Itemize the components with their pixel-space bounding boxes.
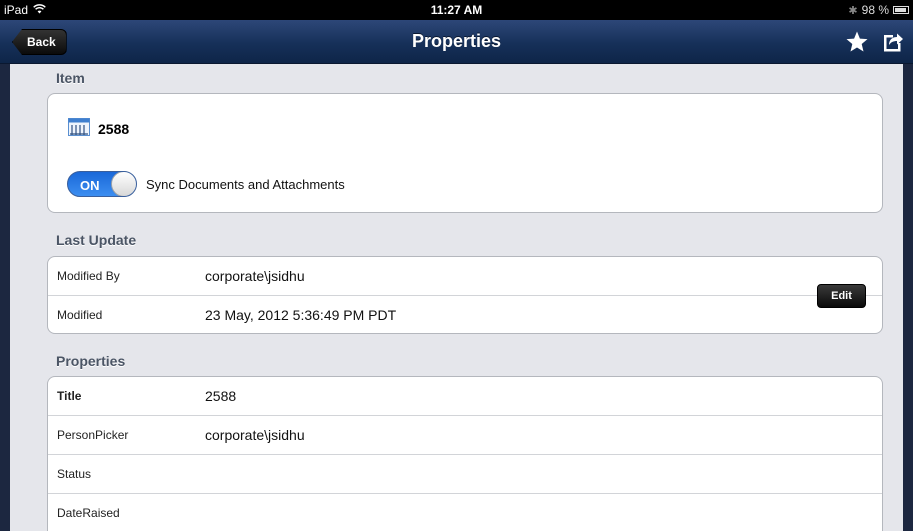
edit-button[interactable]: Edit (817, 284, 866, 308)
table-row[interactable]: PersonPicker corporate\jsidhu (48, 416, 882, 455)
status-right: ✱ 98 % (848, 3, 909, 17)
ipad-screen: iPad 11:27 AM ✱ 98 % Back Properties Ite… (0, 0, 913, 531)
last-update-section-title: Last Update (56, 232, 137, 248)
table-row[interactable]: Title 2588 (48, 377, 882, 416)
row-value: corporate\jsidhu (205, 268, 305, 284)
sync-label: Sync Documents and Attachments (146, 177, 345, 192)
nav-actions (845, 30, 905, 54)
row-value: 23 May, 2012 5:36:49 PM PDT (205, 307, 397, 323)
content-area: Item 2588 ON Sync Documents and Attachme… (10, 64, 903, 531)
row-key: Modified (57, 308, 103, 322)
table-row[interactable]: DateRaised (48, 494, 882, 531)
battery-icon (893, 6, 909, 14)
list-icon (68, 118, 90, 139)
row-key: Modified By (57, 269, 120, 283)
item-card: 2588 ON Sync Documents and Attachments (47, 93, 883, 213)
row-value: 2588 (205, 388, 237, 404)
page-title: Properties (411, 31, 502, 51)
bluetooth-icon: ✱ (848, 4, 858, 17)
row-key: DateRaised (57, 506, 120, 520)
properties-card: Title 2588 PersonPicker corporate\jsidhu… (47, 376, 883, 531)
row-key: PersonPicker (57, 428, 129, 442)
row-key: Status (57, 467, 92, 481)
toggle-knob[interactable] (111, 172, 136, 196)
share-icon[interactable] (881, 30, 905, 54)
last-update-card: Modified By corporate\jsidhu Modified 23… (47, 256, 883, 334)
right-edge (903, 64, 913, 531)
star-icon[interactable] (845, 30, 869, 54)
row-key: Title (57, 389, 82, 403)
sync-toggle[interactable]: ON (67, 171, 137, 197)
left-edge (0, 64, 10, 531)
toggle-state-label: ON (80, 178, 100, 193)
navigation-bar: Back Properties (0, 20, 913, 64)
properties-section-title: Properties (56, 353, 126, 369)
item-section-title: Item (56, 70, 85, 86)
table-row: Modified By corporate\jsidhu (48, 257, 882, 296)
item-name: 2588 (98, 120, 130, 137)
row-value: corporate\jsidhu (205, 427, 305, 443)
table-row: Modified 23 May, 2012 5:36:49 PM PDT (48, 296, 882, 333)
item-header: 2588 (68, 118, 129, 139)
status-time: 11:27 AM (430, 3, 483, 17)
status-bar: iPad 11:27 AM ✱ 98 % (0, 0, 913, 20)
battery-percent: 98 % (861, 3, 889, 17)
table-row[interactable]: Status (48, 455, 882, 494)
